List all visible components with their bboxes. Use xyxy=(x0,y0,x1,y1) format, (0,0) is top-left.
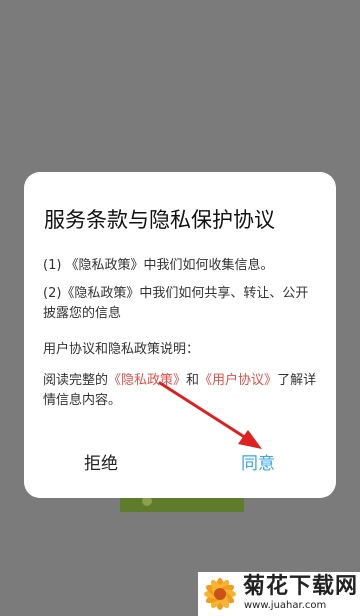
read-full-text: 阅读完整的《隐私政策》和《用户协议》了解详情信息内容。 xyxy=(43,371,321,411)
watermark-text: 菊花下载网 xyxy=(243,574,359,599)
read-prefix: 阅读完整的 xyxy=(43,373,109,388)
and-text: 和 xyxy=(186,373,200,388)
section-title: 用户协议和隐私政策说明： xyxy=(43,342,200,357)
flower-icon xyxy=(204,578,236,610)
dialog-title: 服务条款与隐私保护协议 xyxy=(44,208,275,232)
privacy-item-2: (2)《隐私政策》中我们如何共享、转让、公开披露您的信息 xyxy=(43,286,309,321)
agree-button[interactable]: 同意 xyxy=(241,452,275,476)
refuse-button[interactable]: 拒绝 xyxy=(84,452,118,476)
watermark-url: www.juahar.com xyxy=(244,600,327,611)
privacy-dialog: 服务条款与隐私保护协议 (1) 《隐私政策》中我们如何收集信息。 (2)《隐私政… xyxy=(24,172,336,498)
privacy-item-1: (1) 《隐私政策》中我们如何收集信息。 xyxy=(43,258,274,273)
watermark-logo: 菊花下载网 www.juahar.com xyxy=(198,572,360,616)
user-agreement-link[interactable]: 《用户协议》 xyxy=(199,373,277,388)
privacy-policy-link[interactable]: 《隐私政策》 xyxy=(108,373,186,388)
